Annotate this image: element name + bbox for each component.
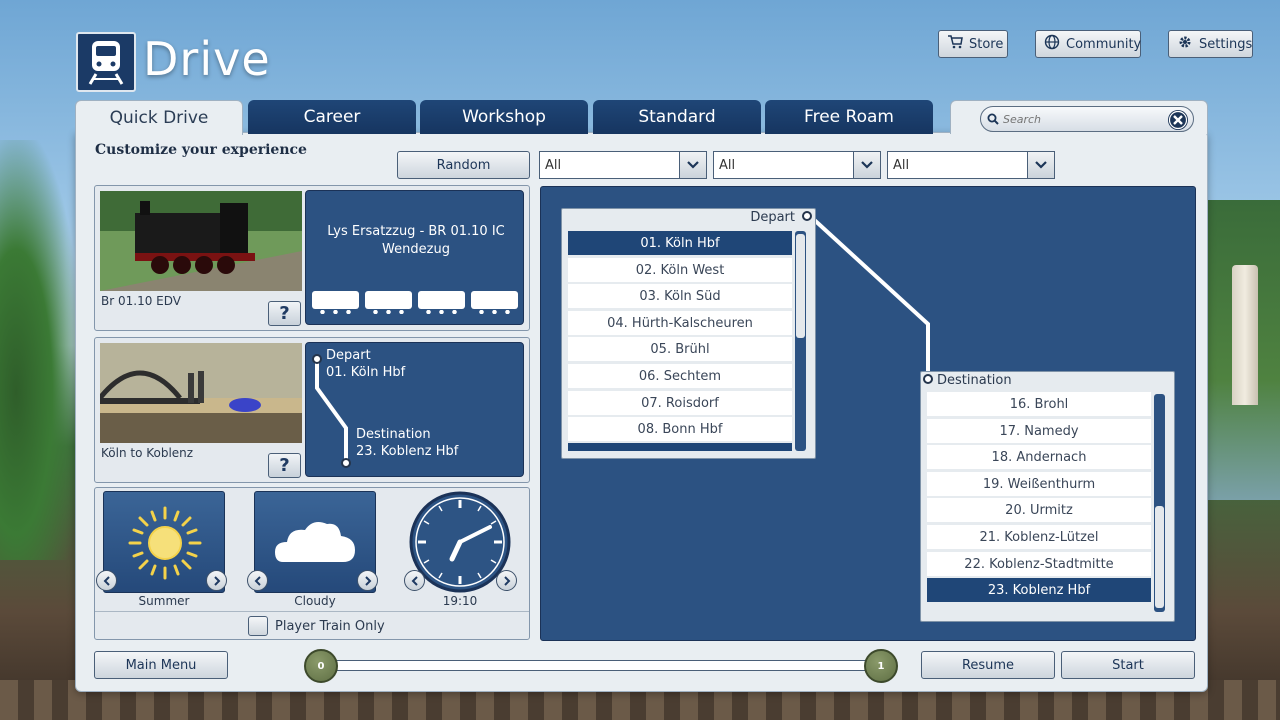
slider-handle-end[interactable]: 1 — [864, 649, 898, 683]
list-item[interactable]: 04. Hürth-Kalscheuren — [568, 311, 792, 335]
list-item[interactable]: 19. Weißenthurm — [927, 472, 1151, 496]
list-item[interactable]: 05. Brühl — [568, 337, 792, 361]
list-item[interactable]: 21. Koblenz-Lützel — [927, 525, 1151, 549]
list-item[interactable]: 06. Sechtem — [568, 364, 792, 388]
destination-node-icon — [923, 374, 933, 384]
list-item[interactable]: 22. Koblenz-Stadtmitte — [927, 552, 1151, 576]
resume-button[interactable]: Resume — [921, 651, 1055, 679]
scrollbar-thumb[interactable] — [796, 234, 805, 338]
list-item[interactable]: 18. Andernach — [927, 445, 1151, 469]
list-item[interactable]: 03. Köln Süd — [568, 284, 792, 308]
start-button[interactable]: Start — [1061, 651, 1195, 679]
depart-list: Depart 01. Köln Hbf 02. Köln West 03. Kö… — [561, 208, 816, 459]
destination-list-header: Destination — [937, 373, 1012, 388]
progress-slider[interactable] — [330, 660, 885, 671]
list-item-partial — [568, 443, 792, 451]
main-menu-button[interactable]: Main Menu — [94, 651, 228, 679]
list-item[interactable]: 20. Urmitz — [927, 498, 1151, 522]
list-item[interactable]: 01. Köln Hbf — [568, 231, 792, 255]
destination-scrollbar[interactable] — [1154, 394, 1165, 612]
list-item[interactable]: 16. Brohl — [927, 392, 1151, 416]
depart-list-header: Depart — [750, 210, 795, 225]
depart-scrollbar[interactable] — [795, 231, 806, 451]
scrollbar-thumb[interactable] — [1155, 506, 1164, 608]
slider-handle-start[interactable]: 0 — [304, 649, 338, 683]
list-item[interactable]: 23. Koblenz Hbf — [927, 578, 1151, 602]
depart-node-icon — [802, 211, 812, 221]
list-item[interactable]: 17. Namedy — [927, 419, 1151, 443]
list-item[interactable]: 07. Roisdorf — [568, 391, 792, 415]
list-item[interactable]: 02. Köln West — [568, 258, 792, 282]
destination-list: Destination 16. Brohl 17. Namedy 18. And… — [920, 371, 1175, 622]
list-item[interactable]: 08. Bonn Hbf — [568, 417, 792, 441]
